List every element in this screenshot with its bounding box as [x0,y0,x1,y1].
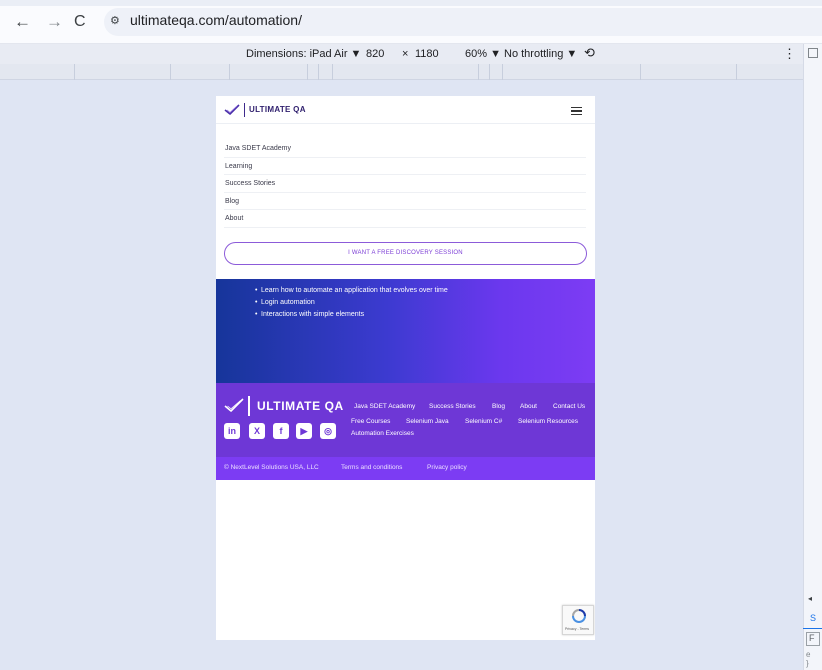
footer-link-java-sdet-academy[interactable]: Java SDET Academy [354,403,415,410]
devtools-code-text: e } [806,650,811,668]
list-item: Interactions with simple elements [255,311,448,323]
device-toolbar: Dimensions: iPad Air ▼ 820 × 1180 60% ▼ … [0,44,803,64]
list-item: Learn how to automate an application tha… [255,287,448,299]
ruler-tick [74,64,75,80]
footer-link-about[interactable]: About [520,403,537,410]
facebook-glyph: f [279,426,283,436]
ruler-tick [736,64,737,80]
address-url[interactable]: ultimateqa.com/automation/ [130,12,302,28]
reload-icon[interactable]: C [74,13,86,31]
privacy-policy-link[interactable]: Privacy policy [427,464,467,471]
site-footer: ULTIMATE QA Java SDET Academy Success St… [216,383,595,457]
youtube-icon[interactable]: ▶ [296,423,312,439]
youtube-glyph: ▶ [300,426,308,436]
footer-link-automation-exercises[interactable]: Automation Exercises [351,430,414,437]
rotate-icon[interactable]: ⟲ [584,46,595,61]
media-query-ruler [0,64,803,80]
hamburger-menu-icon[interactable] [571,107,582,115]
hero-feature-list: Learn how to automate an application tha… [255,287,448,323]
site-logo-text[interactable]: ULTIMATE QA [249,105,306,114]
zoom-select[interactable]: 60% ▼ [465,48,501,60]
footer-link-free-courses[interactable]: Free Courses [351,418,390,425]
nav-item-success-stories[interactable]: Success Stories [224,175,586,193]
x-twitter-icon[interactable]: X [249,423,265,439]
copyright-text: © NextLevel Solutions USA, LLC [224,464,319,471]
list-item: Login automation [255,299,448,311]
instagram-icon[interactable]: ◎ [320,423,336,439]
recaptcha-icon [572,609,586,623]
devtools-filter-input[interactable]: F [806,632,820,646]
linkedin-icon[interactable]: in [224,423,240,439]
ruler-tick [489,64,490,80]
instagram-glyph: ◎ [324,426,332,436]
devtools-tab-underline [803,628,822,629]
terms-link[interactable]: Terms and conditions [341,464,402,471]
footer-checkmark-logo-icon[interactable] [224,398,244,414]
nav-item-blog[interactable]: Blog [224,193,586,210]
site-settings-icon[interactable]: ⚙ [110,14,124,28]
device-viewport: ULTIMATE QA Java SDET Academy Learning S… [216,96,595,640]
linkedin-glyph: in [228,426,236,436]
device-height-input[interactable]: 1180 [415,48,439,60]
footer-link-selenium-csharp[interactable]: Selenium C# [465,418,502,425]
ruler-tick [318,64,319,80]
free-discovery-session-button[interactable]: I WANT A FREE DISCOVERY SESSION [224,242,587,265]
footer-link-selenium-java[interactable]: Selenium Java [406,418,449,425]
ruler-tick [229,64,230,80]
devtools-tab[interactable]: S [810,613,816,623]
nav-item-java-sdet-academy[interactable]: Java SDET Academy [224,140,586,158]
x-glyph: X [253,426,260,436]
throttling-select[interactable]: No throttling ▼ [504,48,577,60]
nav-item-about[interactable]: About [224,210,586,228]
ruler-tick [332,64,333,80]
inspect-icon[interactable] [808,48,818,58]
forward-icon[interactable]: → [46,13,63,31]
tab-strip-edge [0,0,822,6]
footer-logo-text[interactable]: ULTIMATE QA [257,399,344,413]
ruler-tick [502,64,503,80]
more-options-icon[interactable]: ⋮ [783,46,796,62]
device-width-input[interactable]: 820 [366,48,384,60]
footer-logo-divider [248,396,250,416]
site-header: ULTIMATE QA [216,96,595,124]
ruler-tick [640,64,641,80]
checkmark-logo-icon[interactable] [224,104,240,116]
ruler-tick [170,64,171,80]
legal-bar: © NextLevel Solutions USA, LLC Terms and… [216,457,595,480]
footer-link-contact-us[interactable]: Contact Us [553,403,585,410]
back-icon[interactable]: ← [14,13,31,31]
nav-item-learning[interactable]: Learning [224,158,586,175]
ruler-tick [307,64,308,80]
footer-link-blog[interactable]: Blog [492,403,505,410]
facebook-icon[interactable]: f [273,423,289,439]
footer-link-selenium-resources[interactable]: Selenium Resources [518,418,578,425]
ruler-tick [478,64,479,80]
devtools-panel-edge [803,44,822,670]
logo-divider [244,103,245,117]
recaptcha-badge[interactable]: Privacy - Terms [562,605,594,635]
footer-link-success-stories[interactable]: Success Stories [429,403,476,410]
mobile-nav-menu: Java SDET Academy Learning Success Stori… [224,140,586,228]
recaptcha-terms-text[interactable]: Privacy - Terms [565,627,589,631]
device-dimensions-select[interactable]: Dimensions: iPad Air ▼ [246,48,361,60]
dimension-times-sign: × [402,48,409,60]
hero-section: Learn how to automate an application tha… [216,279,595,383]
panel-scroll-icon[interactable]: ◂ [808,594,812,603]
